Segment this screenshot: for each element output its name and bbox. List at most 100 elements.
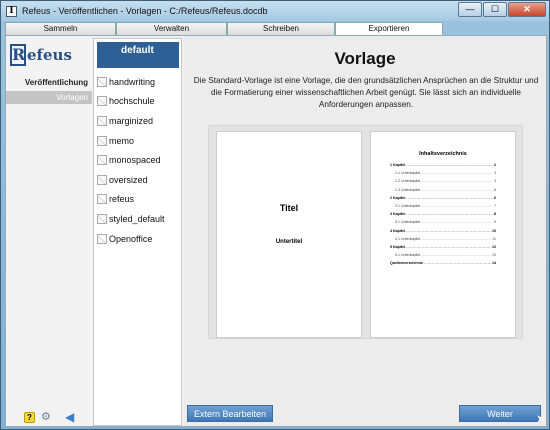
toc-leader: ........................................… [422, 261, 491, 266]
template-description: Die Standard-Vorlage ist eine Vorlage, d… [193, 76, 539, 109]
tab-schreiben[interactable]: Schreiben [227, 22, 335, 35]
edit-externally-button[interactable]: Extern Bearbeiten [187, 405, 273, 422]
toc-leader: ........................................… [420, 187, 493, 192]
toc-row: 1.3 Unterkapitel........................… [390, 186, 496, 194]
toc-leader: ........................................… [404, 244, 491, 249]
template-list: handwriting hochschule marginized memo m… [97, 72, 179, 248]
toc-leader: ........................................… [420, 253, 491, 258]
template-item-selected[interactable]: default [97, 42, 179, 68]
toc-page-number: 3 [494, 171, 496, 176]
toc-leader: ........................................… [404, 195, 493, 200]
template-label: hochschule [109, 96, 155, 107]
template-item[interactable]: monospaced [97, 150, 179, 170]
template-item[interactable]: refeus [97, 190, 179, 210]
document-icon [97, 155, 107, 166]
tab-verwalten[interactable]: Verwalten [116, 22, 227, 35]
tab-exportieren[interactable]: Exportieren [335, 22, 443, 35]
toc-label: 1.2 Unterkapitel [395, 179, 421, 184]
document-icon [97, 76, 107, 87]
sidebar-item-vorlagen[interactable]: Vorlagen [6, 91, 92, 104]
template-label: Openoffice [109, 233, 153, 244]
template-detail: Vorlage Die Standard-Vorlage ist eine Vo… [184, 36, 546, 426]
toc-label: 3 Kapitel [390, 212, 405, 217]
toc-leader: ........................................… [420, 203, 493, 208]
toc-row: 5 Kapitel...............................… [390, 243, 496, 251]
toc-page-number: 3 [494, 179, 496, 184]
template-item[interactable]: memo [97, 131, 179, 151]
toc-label: 2.1 Unterkapitel [395, 203, 421, 208]
toc-row: 1.2 Unterkapitel........................… [390, 177, 496, 185]
template-label: handwriting [109, 76, 156, 87]
title-bar[interactable]: I Refeus - Veröffentlichen - Vorlagen - … [1, 1, 549, 21]
template-item[interactable]: oversized [97, 170, 179, 190]
template-item[interactable]: Openoffice [97, 229, 179, 249]
template-item[interactable]: marginized [97, 111, 179, 131]
toc-page-number: 5 [494, 187, 496, 192]
toc-page-number: 2 [494, 163, 496, 167]
preview-subtitle: Untertitel [275, 239, 303, 245]
toc-page-number: 8 [494, 212, 496, 217]
toc-page-number: 7 [494, 203, 496, 208]
toc-row: 5.1 Unterkapitel........................… [390, 251, 496, 259]
document-icon [97, 96, 107, 107]
gear-icon[interactable]: ⚙ [41, 412, 52, 423]
toc-leader: ........................................… [420, 171, 493, 176]
document-icon [97, 135, 107, 146]
next-button[interactable]: Weiter [459, 405, 541, 422]
close-button[interactable]: ✕ [508, 2, 546, 17]
toc-label: 4 Kapitel [390, 228, 405, 233]
template-item[interactable]: hochschule [97, 92, 179, 112]
preview-title: Titel [279, 203, 299, 213]
refeus-logo: R efeus [10, 42, 88, 68]
sidebar-tools: ? ⚙ ◀ [24, 411, 79, 423]
mouse-cursor-icon: ➤ [536, 412, 547, 426]
main-tabs: Sammeln Verwalten Schreiben Exportieren [5, 22, 547, 35]
toc-page-number: 14 [492, 261, 496, 266]
template-item[interactable]: handwriting [97, 72, 179, 92]
sidebar-section-veroeffentlichung[interactable]: Veröffentlichung [6, 76, 92, 90]
toc-label: 3.1 Unterkapitel [395, 220, 421, 225]
template-list-panel: default handwriting hochschule marginize… [93, 38, 182, 426]
tab-sammeln[interactable]: Sammeln [5, 22, 116, 35]
logo-letter: R [10, 44, 26, 66]
toc-label: 5.1 Unterkapitel [395, 253, 421, 258]
document-icon [97, 213, 107, 224]
toc-row: Quellenverzeichnis......................… [390, 259, 496, 267]
toc-page-number: 9 [494, 220, 496, 225]
toc-row: 1.1 Unterkapitel........................… [390, 169, 496, 177]
toc-label: 1 Kapitel [390, 163, 405, 167]
window-title: Refeus - Veröffentlichen - Vorlagen - C:… [22, 6, 268, 16]
preview-toc-page: Inhaltsverzeichnis 1 Kapitel............… [370, 131, 516, 338]
document-icon [97, 194, 107, 205]
toc-page-number: 10 [492, 228, 496, 233]
document-icon [97, 174, 107, 185]
template-label: styled_default [109, 213, 165, 224]
toc-label: 2 Kapitel [390, 195, 405, 200]
toc-leader: ........................................… [420, 179, 493, 184]
app-icon: I [6, 5, 17, 17]
document-icon [97, 233, 107, 244]
template-label: memo [109, 135, 135, 146]
toc-leader: ........................................… [404, 228, 491, 233]
toc-row: 3.1 Unterkapitel........................… [390, 218, 496, 226]
minimize-button[interactable]: — [458, 2, 482, 17]
template-item[interactable]: styled_default [97, 209, 179, 229]
back-arrow-icon[interactable]: ◀ [65, 411, 79, 423]
help-icon[interactable]: ? [24, 412, 35, 423]
toc-leader: ........................................… [404, 212, 493, 217]
toc-row: 3 Kapitel...............................… [390, 210, 496, 218]
toc-row: 4 Kapitel...............................… [390, 227, 496, 235]
toc-label: 5 Kapitel [390, 244, 405, 249]
toc-leader: ........................................… [404, 163, 493, 167]
app-window: I Refeus - Veröffentlichen - Vorlagen - … [0, 0, 550, 430]
toc-label: 1.1 Unterkapitel [395, 171, 421, 176]
toc-page-number: 13 [492, 253, 496, 258]
toc-leader: ........................................… [420, 236, 492, 241]
toc-label: 1.3 Unterkapitel [395, 187, 421, 192]
window-controls: — ☐ ✕ [457, 2, 546, 17]
content-area: R efeus Veröffentlichung Vorlagen ? ⚙ ◀ … [5, 35, 547, 427]
maximize-button[interactable]: ☐ [483, 2, 507, 17]
toc-row: 4.1 Unterkapitel........................… [390, 235, 496, 243]
document-icon [97, 115, 107, 126]
toc-row: 2.1 Unterkapitel........................… [390, 202, 496, 210]
